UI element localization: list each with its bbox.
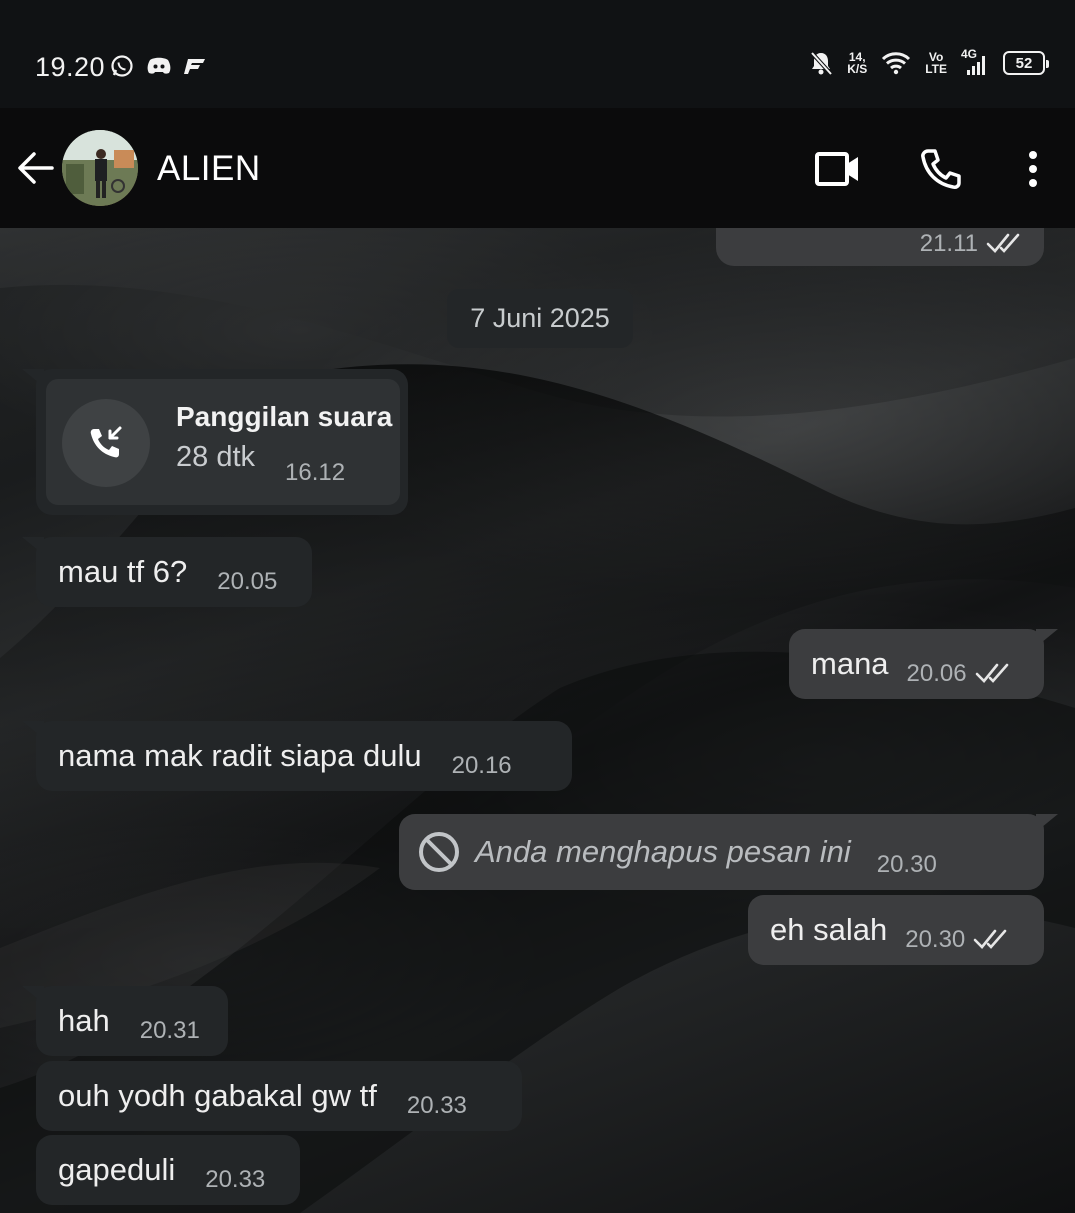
kebab-menu-icon	[1029, 151, 1037, 187]
message-time: 21.11	[919, 230, 978, 257]
date-separator: 7 Juni 2025	[447, 289, 633, 348]
message-time: 20.33	[406, 1092, 467, 1119]
message-time: 16.12	[285, 459, 346, 486]
chat-screen: 19.20 14, K/S Vo LTE 4G 52 ALIEN 21.11 7…	[0, 0, 1075, 1213]
mute-notifications-icon	[810, 51, 833, 76]
message-text: nama mak radit siapa dulu	[58, 738, 422, 773]
avatar-photo	[62, 130, 138, 206]
deleted-prohibited-icon	[419, 832, 459, 872]
message-incoming[interactable]: mau tf 6? 20.05	[22, 537, 312, 607]
read-ticks-icon	[975, 663, 1008, 683]
message-outgoing[interactable]: mana 20.06	[789, 629, 1058, 699]
message-text: mau tf 6?	[58, 554, 188, 589]
volte-indicator: Vo LTE	[925, 50, 947, 76]
call-card[interactable]: Panggilan suara 28 dtk 16.12	[46, 379, 400, 505]
signal-icon	[967, 56, 985, 75]
message-time: 20.33	[205, 1166, 266, 1193]
message-time: 20.16	[451, 752, 512, 779]
back-arrow-icon[interactable]	[16, 148, 56, 188]
deleted-message[interactable]: Anda menghapus pesan ini 20.30	[399, 814, 1058, 890]
message-text: gapeduli	[58, 1152, 176, 1187]
system-icons: 14, K/S Vo LTE 4G 52	[809, 48, 1049, 76]
discord-icon	[147, 57, 171, 74]
phone-icon	[921, 149, 961, 189]
read-ticks-icon	[973, 929, 1007, 949]
message-text: Anda menghapus pesan ini	[475, 834, 851, 869]
status-bar: 19.20 14, K/S Vo LTE 4G 52	[0, 0, 1075, 108]
status-time: 19.20	[35, 52, 106, 82]
message-incoming[interactable]: gapeduli 20.33	[36, 1135, 300, 1205]
network-speed: 14, K/S	[847, 50, 868, 76]
contact-avatar[interactable]	[62, 130, 138, 206]
message-incoming[interactable]: hah 20.31	[22, 986, 228, 1056]
chat-header: ALIEN	[0, 108, 1075, 228]
voice-call-button[interactable]	[916, 144, 966, 194]
message-time: 20.30	[905, 926, 966, 953]
message-outgoing[interactable]: eh salah 20.30	[748, 895, 1044, 965]
message-time: 20.05	[217, 568, 278, 595]
message-text: eh salah	[770, 912, 888, 947]
signal-strength: 4G	[961, 48, 989, 76]
wifi-icon	[882, 52, 911, 75]
contact-name[interactable]: ALIEN	[157, 149, 261, 189]
message-time: 20.31	[139, 1017, 200, 1044]
voice-call-log-bubble[interactable]: Panggilan suara 28 dtk 16.12	[22, 369, 408, 515]
incoming-call-icon	[90, 426, 122, 458]
call-duration: 28 dtk	[176, 441, 255, 473]
message-incoming[interactable]: ouh yodh gabakal gw tf 20.33	[36, 1061, 522, 1131]
message-time: 20.06	[906, 660, 967, 687]
f-app-icon	[184, 59, 205, 74]
whatsapp-icon	[111, 55, 133, 77]
read-ticks-icon	[986, 233, 1020, 253]
battery-indicator: 52	[1003, 51, 1049, 75]
message-text: mana	[811, 646, 889, 681]
message-text: ouh yodh gabakal gw tf	[58, 1078, 377, 1113]
call-icon-badge	[62, 399, 150, 487]
message-incoming[interactable]: nama mak radit siapa dulu 20.16	[22, 721, 572, 791]
video-call-button[interactable]	[813, 144, 863, 194]
more-options-button[interactable]	[1008, 144, 1058, 194]
call-title: Panggilan suara	[176, 401, 393, 432]
video-camera-icon	[815, 152, 858, 186]
notification-icons	[110, 54, 206, 78]
message-text: hah	[58, 1003, 110, 1038]
message-time: 20.30	[876, 851, 937, 878]
